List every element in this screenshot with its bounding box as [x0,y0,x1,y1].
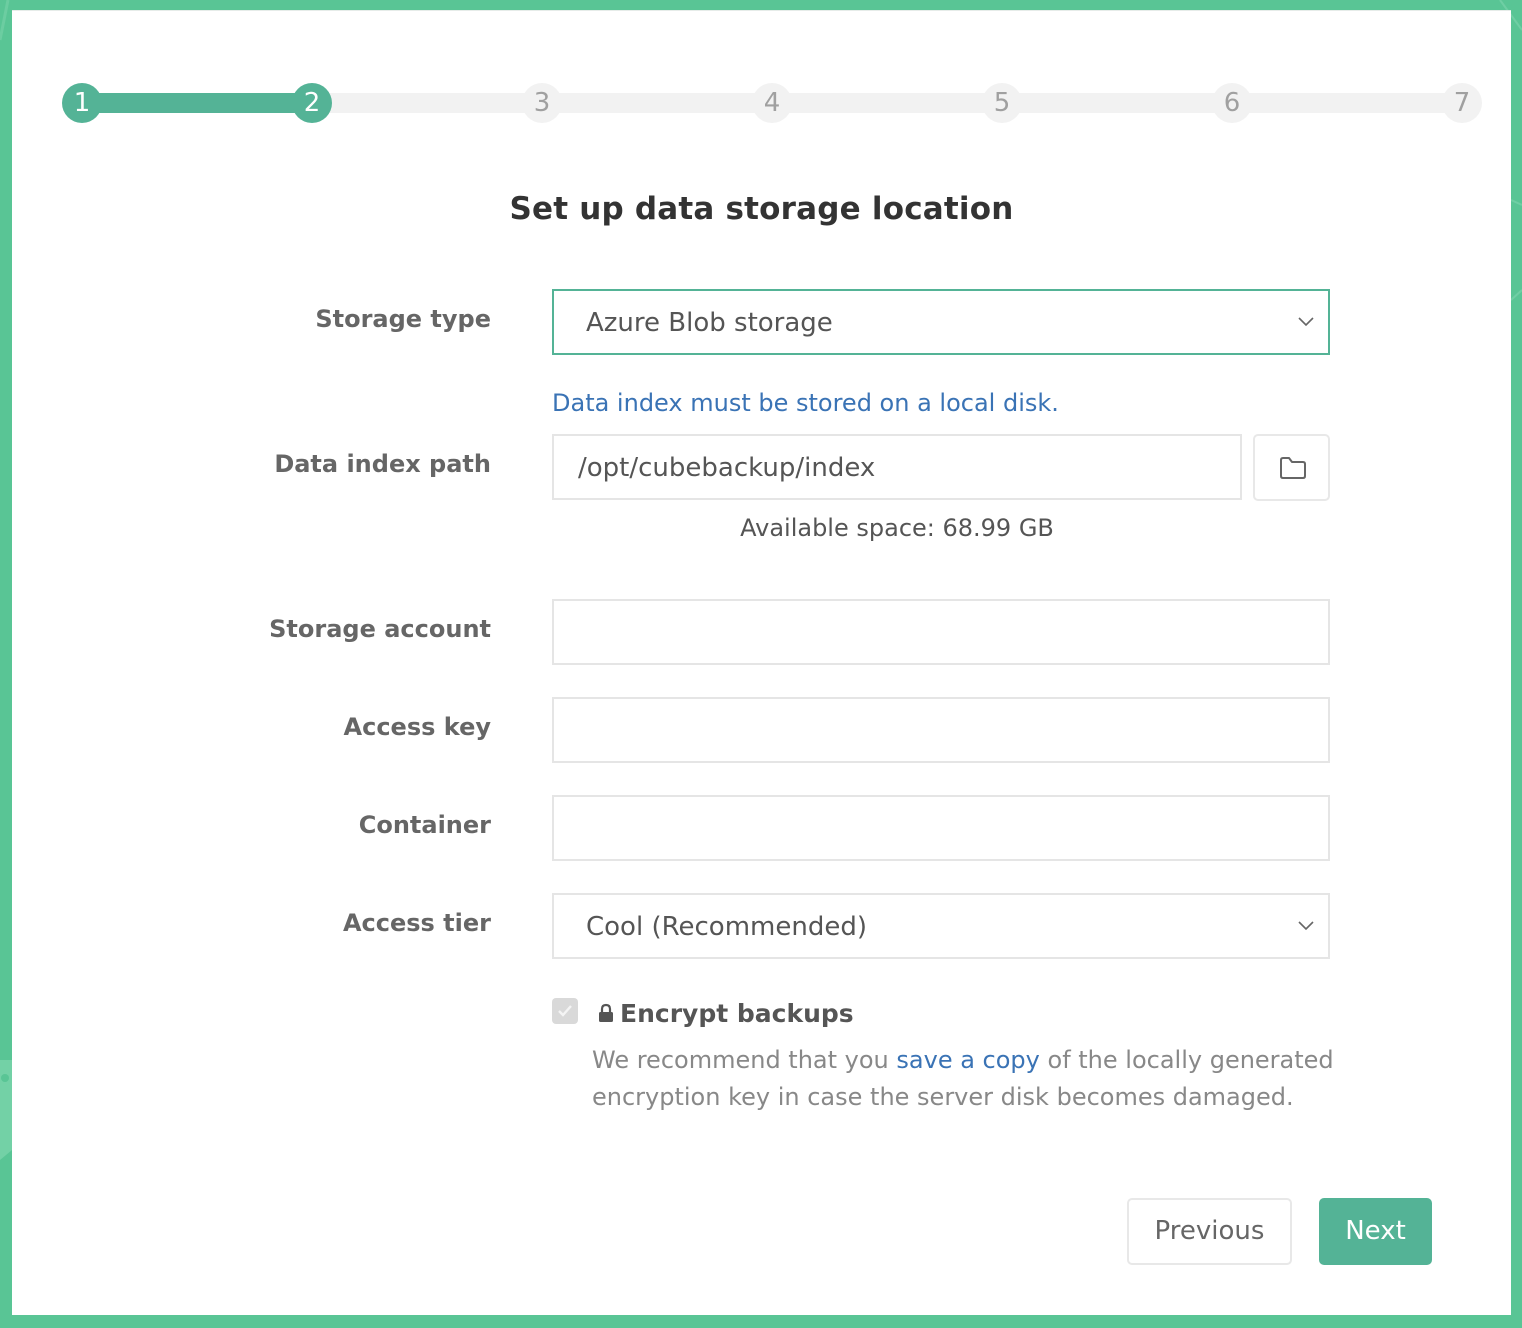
step-4[interactable]: 4 [752,83,792,123]
stepper-track-completed [82,93,312,113]
save-key-copy-link[interactable]: save a copy [896,1046,1039,1074]
chevron-down-icon [1298,921,1314,931]
setup-wizard-panel: 1 2 3 4 5 6 7 Set up data storage locati… [12,10,1511,1315]
storage-type-value: Azure Blob storage [586,308,833,338]
encrypt-desc-before: We recommend that you [592,1046,897,1074]
local-disk-hint: Data index must be stored on a local dis… [552,389,1059,417]
progress-stepper: 1 2 3 4 5 6 7 [12,11,1511,211]
storage-type-select[interactable]: Azure Blob storage [552,289,1330,355]
step-6[interactable]: 6 [1212,83,1252,123]
storage-account-label: Storage account [269,615,491,643]
encrypt-backups-label: Encrypt backups [598,999,854,1028]
chevron-down-icon [1298,317,1314,327]
container-label: Container [358,811,491,839]
previous-button[interactable]: Previous [1127,1198,1292,1265]
step-3[interactable]: 3 [522,83,562,123]
access-key-label: Access key [343,713,491,741]
browse-folder-button[interactable] [1253,434,1330,501]
access-tier-select[interactable]: Cool (Recommended) [552,893,1330,959]
available-space: Available space: 68.99 GB [740,514,1054,542]
container-input[interactable] [552,795,1330,861]
data-index-path-label: Data index path [274,450,491,478]
step-1[interactable]: 1 [62,83,102,123]
step-5[interactable]: 5 [982,83,1022,123]
encrypt-backups-checkbox[interactable] [552,998,578,1024]
encrypt-backups-text: Encrypt backups [620,999,854,1028]
step-2[interactable]: 2 [292,83,332,123]
data-index-path-value: /opt/cubebackup/index [578,453,876,483]
access-key-input[interactable] [552,697,1330,763]
storage-type-label: Storage type [315,305,491,333]
next-button[interactable]: Next [1319,1198,1432,1265]
checkmark-icon [558,1005,572,1017]
encrypt-description: We recommend that you save a copy of the… [592,1042,1352,1116]
data-index-path-input[interactable]: /opt/cubebackup/index [552,434,1242,500]
folder-icon [1280,457,1306,479]
access-tier-value: Cool (Recommended) [586,912,867,942]
page-title: Set up data storage location [509,191,1014,227]
lock-icon [599,1003,613,1022]
step-7[interactable]: 7 [1442,83,1482,123]
storage-account-input[interactable] [552,599,1330,665]
access-tier-label: Access tier [342,909,491,937]
